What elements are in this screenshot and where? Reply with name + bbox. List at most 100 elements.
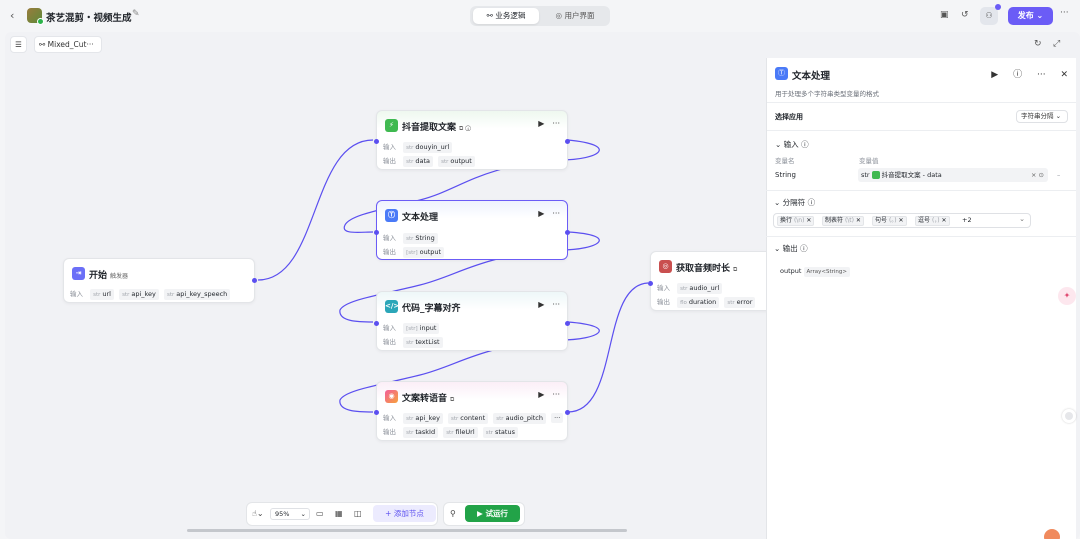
comment-icon[interactable]: ▭ bbox=[316, 509, 324, 518]
tab-user-interface[interactable]: ◎ 用户界面 bbox=[542, 8, 608, 24]
top-bar: ‹ 茶艺混剪・视频生成 ✎ ⚯ 业务逻辑 ◎ 用户界面 ▣ ↺ ⚇ 发布 ⌄ ·… bbox=[0, 0, 1080, 32]
node-tts[interactable]: ◉ 文案转语音 ⧉ ▶ ··· 输入 str api_key str content … bbox=[374, 381, 570, 441]
variable-ref-field[interactable]: str 抖音提取文案 - data × ⊙ bbox=[858, 168, 1048, 182]
app-select-value: 字符串分隔 bbox=[1021, 112, 1054, 120]
collaborators-button[interactable]: ⚇ bbox=[980, 4, 1001, 25]
panel-title: 文本处理 bbox=[792, 71, 831, 82]
debug-icon[interactable]: ⚲ bbox=[450, 509, 456, 518]
grid-icon[interactable]: ▦ bbox=[335, 509, 343, 518]
input-port[interactable] bbox=[374, 139, 379, 144]
edit-icon[interactable]: ✎ bbox=[132, 9, 140, 19]
app-select[interactable]: 字符串分隔 ⌄ bbox=[1016, 110, 1068, 123]
status-dot bbox=[37, 18, 44, 25]
run-icon[interactable]: ▶ bbox=[538, 119, 544, 128]
node-actions: ▶ ··· bbox=[530, 390, 560, 399]
app-title: 茶艺混剪・视频生成 bbox=[46, 13, 132, 24]
zoom-value: 95% bbox=[275, 510, 290, 518]
flow-icon: ⚯ bbox=[39, 40, 48, 49]
more-icon[interactable]: ··· bbox=[552, 390, 560, 399]
pointer-icon[interactable]: ☝⌄ bbox=[252, 509, 264, 518]
separator-chip: 制表符 (\t) ✕ bbox=[822, 216, 864, 226]
node-start[interactable]: ⇥ 开始 触发器 输入 str url str api_key str api_key_… bbox=[63, 258, 257, 303]
input-port[interactable] bbox=[374, 321, 379, 326]
doc-icon: ⧉ bbox=[733, 266, 738, 273]
plugin-icon bbox=[871, 171, 880, 179]
add-node-button[interactable]: + 添加节点 bbox=[373, 505, 436, 522]
panel-actions: ▶ ⓘ ··· ✕ bbox=[979, 67, 1068, 80]
close-icon: ✕ bbox=[941, 217, 947, 224]
translate-icon[interactable]: ✦ bbox=[1058, 287, 1076, 305]
more-icon[interactable]: ··· bbox=[552, 209, 560, 218]
output-section[interactable]: ⌄ 输出 ⓘ bbox=[774, 243, 808, 254]
zoom-select[interactable]: 95% ⌄ bbox=[270, 508, 310, 520]
back-icon[interactable]: ‹ bbox=[10, 9, 14, 22]
minus-icon[interactable]: – bbox=[1057, 171, 1060, 179]
divider bbox=[767, 130, 1076, 131]
expand-icon[interactable]: ⤢ bbox=[1053, 39, 1060, 49]
assistant-icon[interactable] bbox=[1062, 409, 1076, 423]
run-icon[interactable]: ▶ bbox=[538, 300, 544, 309]
run-icon[interactable]: ▶ bbox=[538, 209, 544, 218]
chevron-down-icon: ⌄ bbox=[300, 510, 306, 518]
flow-name-tab[interactable]: ⚯ Mixed_Cut··· bbox=[34, 36, 102, 53]
start-icon: ⇥ bbox=[72, 267, 85, 280]
avatar[interactable] bbox=[1044, 529, 1060, 539]
node-title: 文本处理 bbox=[402, 213, 439, 223]
node-actions: ▶ ··· bbox=[530, 209, 560, 218]
run-label: 试运行 bbox=[485, 509, 508, 518]
more-icon[interactable]: ··· bbox=[552, 300, 560, 309]
output-port[interactable] bbox=[565, 230, 570, 235]
version-icon[interactable]: ▣ bbox=[940, 10, 949, 20]
close-icon[interactable]: ✕ bbox=[1060, 70, 1068, 80]
node-title: 代码_字幕对齐 bbox=[402, 304, 461, 314]
minimap-icon[interactable]: ◫ bbox=[354, 509, 362, 518]
close-icon: ✕ bbox=[898, 217, 904, 224]
info-icon: ⓘ bbox=[800, 244, 808, 253]
node-title: 抖音提取文案 ⧉ ⓘ bbox=[402, 123, 471, 133]
node-title: 文案转语音 ⧉ bbox=[402, 394, 455, 404]
input-port[interactable] bbox=[374, 230, 379, 235]
node-code-subtitle[interactable]: </> 代码_字幕对齐 ▶ ··· 输入 [str] input 输出 str tex… bbox=[374, 291, 570, 351]
separator-select[interactable]: 换行 (\n) ✕ 制表符 (\t) ✕ 句号 (。) ✕ 逗号 (，) ✕ +… bbox=[773, 213, 1031, 228]
tab-label: 业务逻辑 bbox=[495, 11, 526, 20]
clear-icon[interactable]: × ⊙ bbox=[1031, 168, 1044, 182]
horizontal-scrollbar[interactable] bbox=[187, 529, 627, 532]
output-port[interactable] bbox=[252, 278, 257, 283]
separator-chip: 句号 (。) ✕ bbox=[872, 216, 907, 226]
add-node-label: 添加节点 bbox=[393, 509, 424, 518]
output-port[interactable] bbox=[565, 321, 570, 326]
plus-icon: + bbox=[385, 509, 394, 518]
tab-business-logic[interactable]: ⚯ 业务逻辑 bbox=[473, 8, 539, 24]
node-title: 获取音频时长 ⧉ bbox=[676, 264, 738, 274]
output-port[interactable] bbox=[565, 139, 570, 144]
help-icon[interactable]: ⓘ bbox=[1013, 70, 1022, 80]
chevron-down-icon: ⌄ bbox=[1033, 11, 1044, 20]
output-row: 输出 flo duration str error bbox=[657, 296, 758, 308]
input-port[interactable] bbox=[648, 281, 653, 286]
node-actions: ▶ ··· bbox=[530, 119, 560, 128]
flow-name: Mixed_Cut··· bbox=[47, 40, 94, 49]
input-section[interactable]: ⌄ 输入 ⓘ bbox=[775, 139, 809, 150]
test-run-button[interactable]: ▶ 试运行 bbox=[465, 505, 520, 522]
publish-button[interactable]: 发布 ⌄ bbox=[1008, 7, 1053, 25]
close-icon: ✕ bbox=[855, 217, 861, 224]
info-icon: ⓘ bbox=[801, 140, 809, 149]
node-text-process[interactable]: Ⓣ 文本处理 ▶ ··· 输入 str String 输出 [str] output bbox=[374, 200, 570, 260]
refresh-icon[interactable]: ↻ bbox=[1034, 39, 1042, 49]
more-count: +2 bbox=[962, 216, 972, 224]
more-icon[interactable]: ··· bbox=[1037, 70, 1046, 80]
node-title: 开始 触发器 bbox=[89, 271, 129, 281]
run-icon[interactable]: ▶ bbox=[991, 70, 998, 80]
sidebar-toggle-icon[interactable]: ☰ bbox=[10, 36, 27, 53]
node-douyin-extract[interactable]: ⚡ 抖音提取文案 ⧉ ⓘ ▶ ··· 输入 str douyin_url 输出 st… bbox=[374, 110, 570, 170]
more-icon[interactable]: ··· bbox=[1060, 8, 1069, 18]
more-icon[interactable]: ··· bbox=[552, 119, 560, 128]
select-app-label: 选择应用 bbox=[775, 113, 803, 121]
output-port[interactable] bbox=[565, 410, 570, 415]
history-icon[interactable]: ↺ bbox=[961, 10, 969, 20]
input-port[interactable] bbox=[374, 410, 379, 415]
divider bbox=[766, 190, 1076, 191]
run-icon[interactable]: ▶ bbox=[538, 390, 544, 399]
output-row: 输出 str data str output bbox=[383, 155, 478, 167]
separator-section[interactable]: ⌄ 分隔符 ⓘ bbox=[774, 197, 815, 208]
